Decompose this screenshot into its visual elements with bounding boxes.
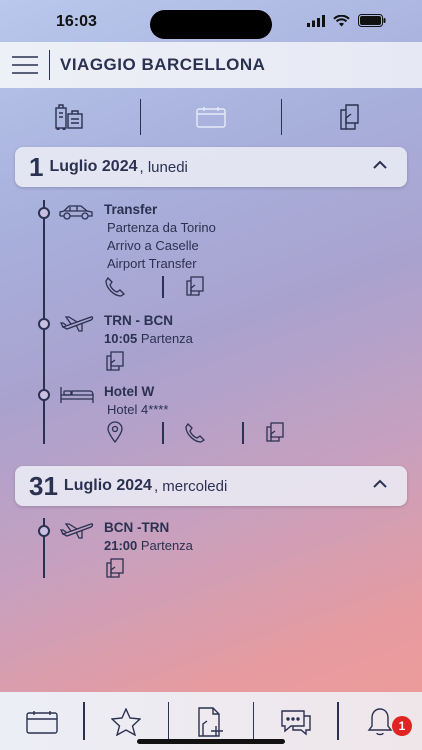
document-icon[interactable] [266, 422, 284, 442]
page-title: VIAGGIO BARCELLONA [60, 55, 266, 74]
timeline-dot [38, 318, 50, 330]
status-icons [307, 14, 386, 27]
phone-icon[interactable] [184, 423, 206, 443]
calendar-button[interactable] [141, 94, 281, 140]
status-time: 16:03 [56, 13, 97, 30]
day-card-1[interactable]: 1 Luglio 2024 , lunedi [15, 147, 407, 187]
tab-favorites[interactable] [85, 702, 168, 742]
event-detail: Arrivo a Caselle [107, 238, 199, 253]
menu-button[interactable] [0, 50, 50, 80]
document-icon[interactable] [106, 558, 124, 578]
star-icon [111, 708, 142, 736]
day-weekday: , mercoledi [153, 477, 228, 495]
tab-chat[interactable] [254, 702, 337, 742]
toolbar [0, 92, 422, 142]
calendar-icon [196, 107, 226, 128]
document-icon[interactable] [106, 351, 124, 371]
bell-icon [368, 708, 393, 736]
event-detail: Hotel 4**** [107, 402, 169, 417]
event-detail: Airport Transfer [107, 256, 197, 271]
luggage-icon [55, 104, 83, 130]
timeline-dot [38, 207, 50, 219]
dynamic-island [150, 10, 272, 39]
day-number: 1 [29, 151, 44, 182]
chevron-up-icon[interactable] [373, 479, 387, 488]
chevron-up-icon[interactable] [373, 160, 387, 169]
documents-button[interactable] [282, 94, 422, 140]
event-title: BCN -TRN [104, 520, 170, 535]
event-time-row: 21:00 Partenza [104, 538, 193, 553]
event-time: 10:05 [104, 331, 138, 346]
chat-icon [281, 710, 311, 736]
wifi-icon [333, 14, 350, 26]
plane-icon [60, 523, 94, 539]
event-time-label: Partenza [140, 331, 193, 346]
notification-badge: 1 [392, 716, 413, 736]
phone-icon[interactable] [104, 277, 126, 297]
home-indicator [137, 739, 285, 744]
plane-icon [60, 316, 94, 332]
luggage-button[interactable] [0, 94, 140, 140]
tab-add-document[interactable] [169, 702, 252, 742]
day-number: 31 [29, 470, 58, 501]
day-weekday: , lunedi [139, 158, 188, 176]
documents-icon [340, 104, 359, 130]
action-divider [162, 276, 164, 298]
timeline-dot [38, 389, 50, 401]
action-divider [242, 422, 244, 444]
car-icon [59, 205, 93, 220]
menu-icon [11, 56, 38, 74]
event-time-label: Partenza [140, 538, 193, 553]
status-bar: 16:03 [0, 0, 422, 42]
event-time-row: 10:05 Partenza [104, 331, 193, 346]
event-title: Hotel W [104, 384, 155, 399]
day-month-year: Luglio 2024 [49, 158, 138, 175]
app-header: VIAGGIO BARCELLONA [0, 42, 422, 88]
document-icon[interactable] [186, 276, 204, 296]
map-pin-icon[interactable] [107, 421, 123, 443]
battery-icon [358, 14, 386, 27]
signal-icon [307, 14, 325, 27]
day-card-31[interactable]: 31 Luglio 2024 , mercoledi [15, 466, 407, 506]
event-title: Transfer [104, 202, 158, 217]
tab-calendar[interactable] [0, 702, 83, 742]
event-detail: Partenza da Torino [107, 220, 216, 235]
event-title: TRN - BCN [104, 313, 173, 328]
tab-notifications[interactable]: 1 [339, 702, 422, 742]
bed-icon [60, 387, 94, 403]
calendar-icon [25, 711, 58, 734]
action-divider [162, 422, 164, 444]
event-time: 21:00 [104, 538, 138, 553]
day-month-year: Luglio 2024 [63, 477, 152, 494]
timeline-dot [38, 525, 50, 537]
add-document-icon [198, 707, 223, 737]
